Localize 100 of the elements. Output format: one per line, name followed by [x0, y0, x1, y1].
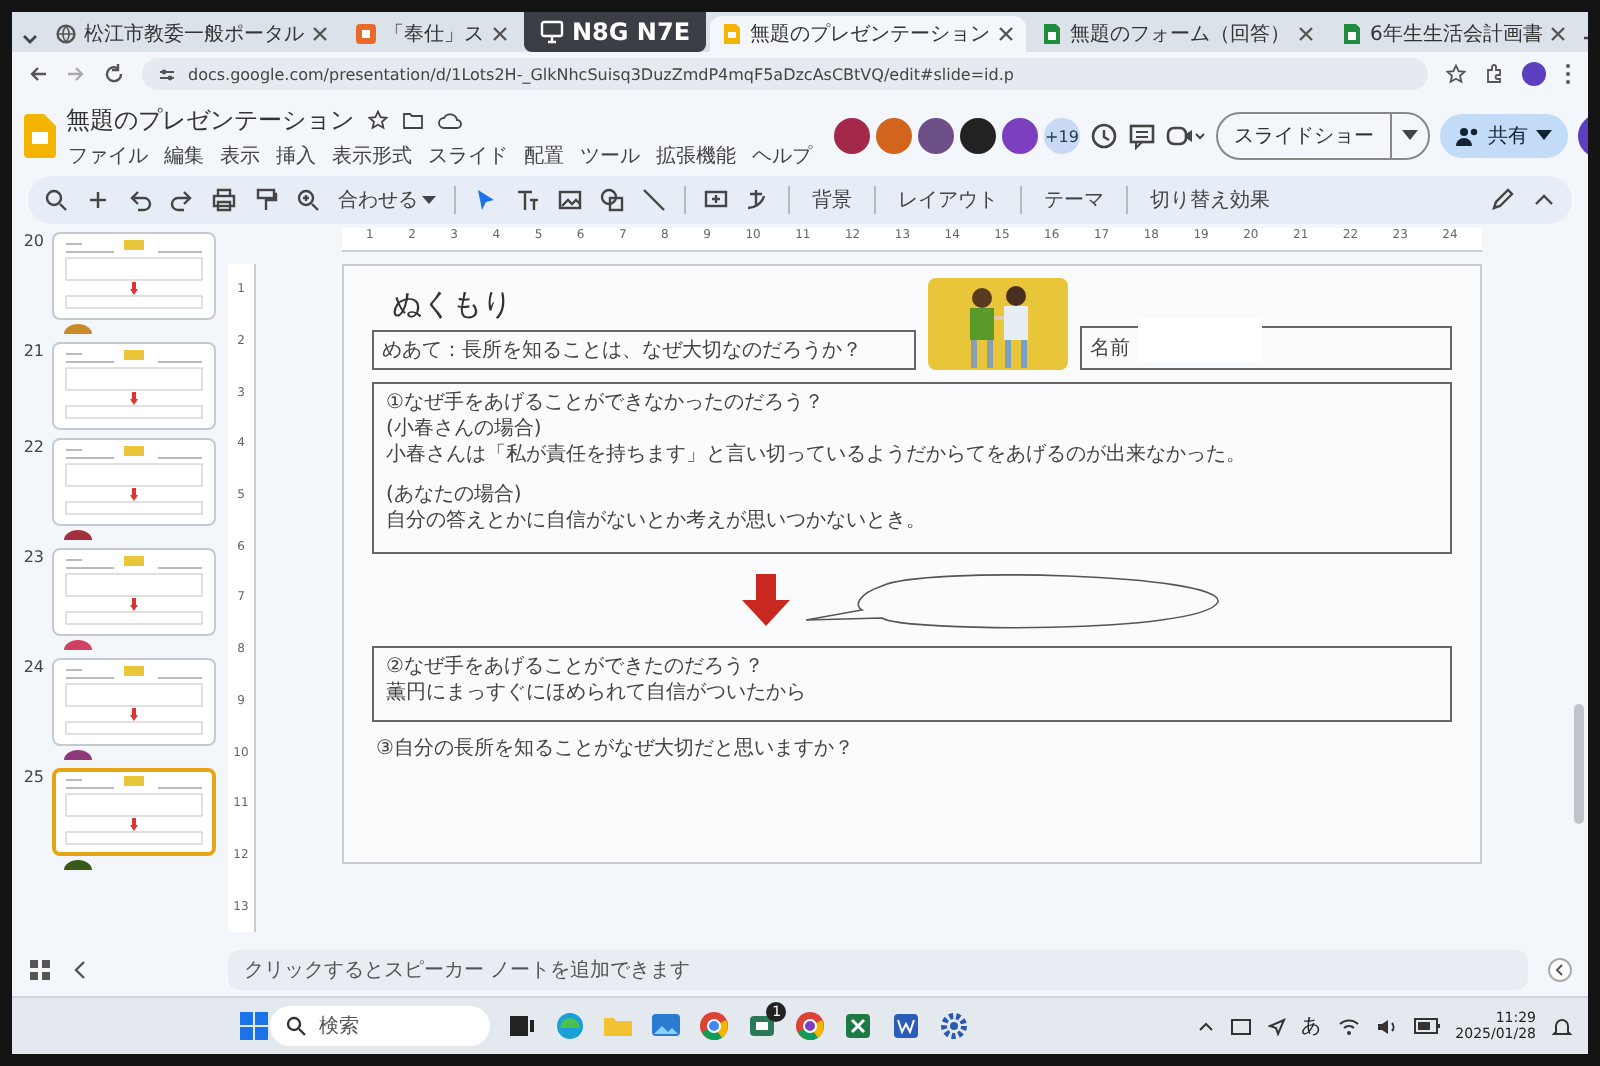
star-icon[interactable]	[368, 110, 388, 130]
answer-box[interactable]: ②なぜ手をあげることができたのだろう？ 薫円にまっすぐにほめられて自信がついたから	[372, 646, 1452, 722]
comment-add-icon[interactable]	[704, 188, 728, 212]
slide-title: ぬくもり	[390, 286, 514, 324]
document-icon[interactable]	[890, 1010, 923, 1042]
site-info-icon[interactable]	[158, 65, 176, 83]
document-title[interactable]: 無題のプレゼンテーション	[66, 103, 354, 137]
screen-share-icon	[540, 20, 564, 44]
line-icon[interactable]	[642, 188, 666, 212]
share-button[interactable]: 共有	[1440, 114, 1568, 158]
meeting-code-overlay: N8G N7E	[524, 12, 707, 52]
collapse-left-icon[interactable]	[72, 960, 88, 980]
slide-number: 23	[21, 548, 44, 570]
collaborator-avatar[interactable]	[918, 118, 954, 154]
wifi-icon[interactable]	[1337, 1017, 1360, 1035]
toolbar-button[interactable]: 背景	[808, 186, 856, 214]
menu-item[interactable]: 拡張機能	[654, 141, 738, 169]
goal-box: めあて：長所を知ることは、なぜ大切なのだろうか？	[372, 330, 916, 370]
task-view-icon[interactable]	[506, 1010, 539, 1042]
caret-up-icon[interactable]	[1197, 1020, 1214, 1032]
zoom-icon[interactable]	[296, 188, 320, 212]
battery-icon[interactable]	[1413, 1018, 1440, 1034]
menu-item[interactable]: ヘルプ	[750, 141, 814, 169]
star-icon[interactable]	[1446, 64, 1466, 84]
volume-icon[interactable]	[1375, 1017, 1398, 1035]
add-icon[interactable]	[86, 188, 110, 212]
sheets-icon	[1042, 24, 1063, 44]
slides-icon	[722, 24, 743, 44]
profile-avatar-icon[interactable]	[1522, 62, 1546, 86]
history-icon[interactable]	[1090, 122, 1118, 150]
notification-bell-icon[interactable]	[1552, 1016, 1573, 1036]
back-icon[interactable]	[28, 64, 48, 84]
slideshow-button[interactable]: スライドショー	[1216, 112, 1430, 160]
answer-box[interactable]: ①なぜ手をあげることができなかったのだろう？ (小春さんの場合) 小春さんは「私が責任を持ちます」と言い切っているようだからてをあげるのが出来なかった。 (あなたの場合) 自分の答えとかに自信がないとか考えが思いつかないとき。	[372, 382, 1452, 554]
globe-icon	[56, 24, 76, 44]
more-collaborators-badge[interactable]: +19	[1044, 118, 1080, 154]
address-bar[interactable]: docs.google.com/presentation/d/1Lots2H-_GlkNhcSuisq3DuzZmdP4mqF5aDzcAsCBtVQ/edit#slide=id.p	[142, 58, 1428, 90]
menu-item[interactable]: 表示形式	[330, 141, 414, 169]
collaborator-avatar[interactable]	[960, 118, 996, 154]
close-icon[interactable]	[492, 26, 508, 42]
image-icon[interactable]	[558, 188, 582, 212]
zoom-dropdown[interactable]: 合わせる	[338, 186, 436, 214]
browser-tab[interactable]: 松江市教委一般ポータル	[44, 16, 340, 52]
caret-icon[interactable]	[1402, 130, 1418, 142]
browser-tab[interactable]: 無題のプレゼンテーション	[710, 16, 1027, 52]
close-icon[interactable]	[1298, 26, 1315, 42]
menu-item[interactable]: 配置	[522, 141, 566, 169]
sheets-icon	[1342, 24, 1363, 44]
print-icon[interactable]	[212, 188, 236, 212]
browser-tab[interactable]: 無題のフォーム（回答）	[1030, 16, 1327, 52]
folder-icon[interactable]	[402, 110, 424, 130]
grid-view-icon[interactable]	[28, 958, 52, 982]
menu-item[interactable]: 挿入	[274, 141, 318, 169]
slide-number: 25	[21, 768, 44, 790]
close-icon[interactable]	[1550, 26, 1567, 42]
menu-item[interactable]: 編集	[162, 141, 206, 169]
more-icon[interactable]	[1564, 62, 1572, 86]
menu-item[interactable]: スライド	[426, 141, 510, 169]
toolbar-button[interactable]: レイアウト	[894, 186, 1002, 214]
toolbar-button[interactable]: 切り替え効果	[1146, 186, 1274, 214]
side-panel-toggle-icon[interactable]	[1548, 958, 1572, 982]
settings-icon[interactable]	[938, 1010, 971, 1042]
comment-icon[interactable]	[1128, 122, 1156, 150]
caret-icon	[1536, 130, 1552, 142]
redo-icon[interactable]	[170, 188, 194, 212]
spreadsheet-icon[interactable]	[842, 1010, 875, 1042]
video-call-icon[interactable]	[1166, 122, 1206, 150]
cast-icon[interactable]	[1229, 1017, 1252, 1035]
scrollbar-thumb[interactable]	[1573, 704, 1583, 824]
chrome-icon[interactable]	[794, 1010, 827, 1042]
paint-format-icon[interactable]	[254, 188, 278, 212]
text-box-icon[interactable]	[516, 188, 540, 212]
close-icon[interactable]	[998, 26, 1015, 42]
toolbar-button[interactable]: テーマ	[1040, 186, 1108, 214]
undo-icon[interactable]	[128, 188, 152, 212]
shape-icon[interactable]	[600, 188, 624, 212]
menu-item[interactable]: ファイル	[66, 141, 150, 169]
reload-icon[interactable]	[104, 64, 124, 84]
app-icon	[356, 24, 376, 44]
speaker-notes-field[interactable]: クリックするとスピーカー ノートを追加できます	[228, 950, 1528, 990]
cloud-icon[interactable]	[438, 111, 462, 129]
close-icon[interactable]	[312, 26, 328, 42]
slide-number: 20	[21, 232, 44, 254]
chrome-icon[interactable]	[698, 1010, 731, 1042]
browser-tab[interactable]: 6年生生活会計画書	[1330, 16, 1579, 52]
photos-icon[interactable]	[650, 1010, 683, 1042]
menu-item[interactable]: 表示	[218, 141, 262, 169]
input-tools-icon[interactable]	[746, 188, 770, 212]
extensions-icon[interactable]	[1484, 64, 1504, 84]
input-method-indicator[interactable]: あ	[1301, 1012, 1322, 1040]
start-icon[interactable]	[238, 1010, 271, 1042]
browser-tab[interactable]: 「奉仕」ス	[344, 16, 520, 52]
slide-number: 24	[21, 658, 44, 680]
menu-item[interactable]: ツール	[578, 141, 642, 169]
select-icon[interactable]	[474, 188, 498, 212]
search-icon[interactable]	[44, 188, 68, 212]
collaborator-avatar[interactable]	[834, 118, 870, 154]
taskbar-search-field[interactable]: 検索	[270, 1006, 491, 1046]
pen-icon[interactable]	[1490, 188, 1514, 212]
location-icon[interactable]	[1267, 1017, 1286, 1035]
